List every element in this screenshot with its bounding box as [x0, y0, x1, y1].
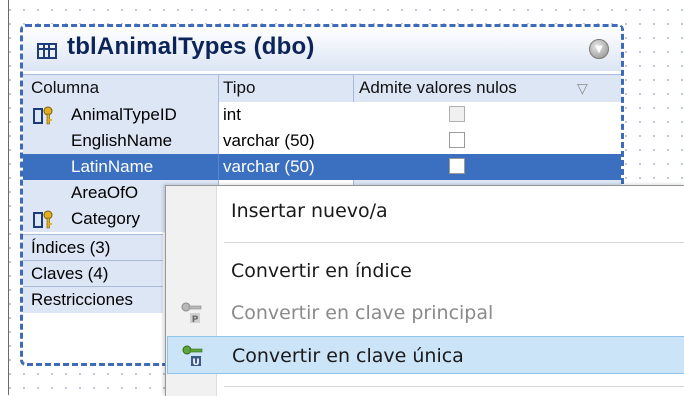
section-indexes[interactable]: Índices (3)	[23, 234, 163, 261]
collapse-button[interactable]: ▼	[589, 39, 609, 59]
nullable-cell	[353, 128, 621, 154]
menu-separator	[224, 386, 684, 387]
context-menu: Insertar nuevo/a Convertir en índice P C…	[165, 185, 684, 396]
nullable-checkbox[interactable]	[449, 158, 465, 174]
unique-key-icon: U	[182, 345, 203, 367]
filter-icon[interactable]: ▽	[577, 80, 588, 97]
nullable-cell	[353, 102, 621, 128]
menu-item-label: Convertir en índice	[231, 260, 412, 282]
section-indexes-label: Índices (3)	[31, 238, 111, 257]
section-keys[interactable]: Claves (4)	[23, 260, 163, 287]
column-name: AreaOfO	[71, 183, 139, 202]
table-title-bar[interactable]: tblAnimalTypes (dbo) ▼	[23, 27, 621, 71]
column-name: LatinName	[71, 157, 154, 176]
column-type: varchar (50)	[223, 131, 315, 150]
primary-key-icon: P	[181, 302, 202, 324]
table-row-selected[interactable]: LatinName varchar (50)	[23, 154, 621, 180]
window-left-edge	[0, 0, 9, 395]
column-separator	[353, 75, 354, 102]
menu-item-convert-index[interactable]: Convertir en índice	[167, 252, 684, 290]
table-row[interactable]: EnglishName varchar (50)	[23, 128, 621, 154]
column-name: AnimalTypeID	[71, 105, 177, 124]
table-title: tblAnimalTypes (dbo)	[67, 33, 315, 60]
column-header-name[interactable]: Columna	[31, 78, 99, 98]
menu-item-convert-primary-key[interactable]: P Convertir en clave principal	[167, 294, 684, 332]
column-type-cell[interactable]: varchar (50)	[218, 128, 354, 154]
section-constraints-label: Restricciones	[31, 290, 134, 309]
column-type-cell[interactable]: int	[218, 102, 354, 128]
section-constraints[interactable]: Restricciones	[23, 286, 163, 313]
nullable-cell	[353, 154, 621, 180]
column-type: int	[223, 105, 241, 124]
menu-item-label: Convertir en clave única	[232, 345, 464, 367]
menu-separator	[224, 242, 684, 243]
section-keys-label: Claves (4)	[31, 264, 109, 283]
column-name: Category	[71, 209, 140, 228]
column-header-type[interactable]: Tipo	[223, 78, 255, 98]
table-row[interactable]: AnimalTypeID int	[23, 102, 621, 128]
svg-text:P: P	[192, 315, 199, 324]
menu-item-label: Convertir en clave principal	[231, 302, 494, 324]
column-name: EnglishName	[71, 131, 173, 150]
nullable-checkbox[interactable]	[449, 106, 465, 122]
svg-text:U: U	[192, 358, 199, 367]
column-header-row: Columna Tipo Admite valores nulos ▽	[23, 74, 621, 103]
column-separator	[218, 75, 219, 102]
nullable-checkbox[interactable]	[449, 132, 465, 148]
column-type: varchar (50)	[223, 157, 315, 176]
chevron-down-icon: ▼	[595, 43, 603, 55]
menu-item-label: Insertar nuevo/a	[231, 200, 388, 222]
table-icon	[37, 43, 57, 59]
column-header-nullable[interactable]: Admite valores nulos	[359, 78, 517, 98]
primary-foreign-key-icon	[33, 106, 53, 125]
column-type-cell[interactable]: varchar (50)	[218, 154, 354, 180]
primary-foreign-key-icon	[33, 210, 53, 229]
menu-item-convert-unique-key[interactable]: U Convertir en clave única	[167, 336, 684, 374]
menu-item-insert-new[interactable]: Insertar nuevo/a	[167, 192, 684, 230]
